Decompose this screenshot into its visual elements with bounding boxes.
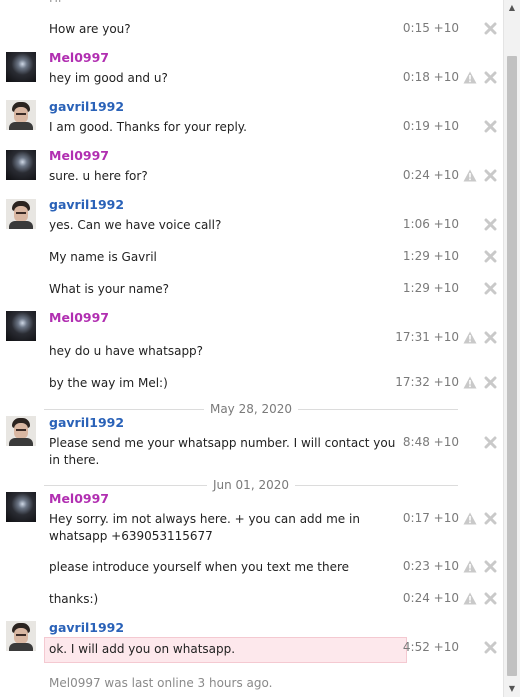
close-icon[interactable] <box>484 560 497 573</box>
avatar <box>6 150 36 180</box>
date-separator: May 28, 2020 <box>44 402 458 416</box>
message-text: ok. I will add you on whatsapp. <box>49 642 236 656</box>
sender-name[interactable]: Mel0997 <box>49 491 109 506</box>
close-icon[interactable] <box>484 22 497 35</box>
message-text: by the way im Mel:) <box>49 376 168 390</box>
warning-icon[interactable] <box>463 512 477 525</box>
warning-icon[interactable] <box>463 71 477 84</box>
sender-name[interactable]: Mel0997 <box>49 50 109 65</box>
close-icon[interactable] <box>484 282 497 295</box>
message-text: hey im good and u? <box>49 71 168 85</box>
scrollbar-thumb[interactable] <box>507 56 517 676</box>
message-text: please introduce yourself when you text … <box>49 560 350 574</box>
avatar <box>6 416 36 446</box>
date-label: Jun 01, 2020 <box>206 478 295 492</box>
close-icon[interactable] <box>484 331 497 344</box>
message-text: My name is Gavril <box>49 250 157 264</box>
message-time: 8:48 +10 <box>402 435 459 449</box>
sender-name[interactable]: Mel0997 <box>49 148 109 163</box>
message-time: 0:15 +10 <box>402 21 459 35</box>
close-icon[interactable] <box>484 592 497 605</box>
sender-name[interactable]: Mel0997 <box>49 310 109 325</box>
message-time: 17:32 +10 <box>395 375 459 389</box>
avatar <box>6 100 36 130</box>
cut-off-message: Hi <box>49 0 61 5</box>
sender-name[interactable]: gavril1992 <box>49 99 124 114</box>
message-text: How are you? <box>49 22 131 36</box>
close-icon[interactable] <box>484 71 497 84</box>
chat-history: Hi How are you? 0:15 +10 Mel0997 hey im … <box>0 0 504 697</box>
warning-icon[interactable] <box>463 560 477 573</box>
date-separator: Jun 01, 2020 <box>44 478 458 492</box>
avatar <box>6 492 36 522</box>
message-time: 0:18 +10 <box>402 70 459 84</box>
close-icon[interactable] <box>484 512 497 525</box>
close-icon[interactable] <box>484 641 497 654</box>
close-icon[interactable] <box>484 218 497 231</box>
sender-name[interactable]: gavril1992 <box>49 415 124 430</box>
message-text: sure. u here for? <box>49 169 148 183</box>
message-time: 0:24 +10 <box>402 168 459 182</box>
close-icon[interactable] <box>484 120 497 133</box>
sender-name[interactable]: gavril1992 <box>49 620 124 635</box>
date-label: May 28, 2020 <box>203 402 299 416</box>
message-time: 0:23 +10 <box>402 559 459 573</box>
last-online-status: Mel0997 was last online 3 hours ago. <box>49 676 273 690</box>
warning-icon[interactable] <box>463 169 477 182</box>
message-text: yes. Can we have voice call? <box>49 218 222 232</box>
message-text: I am good. Thanks for your reply. <box>49 120 247 134</box>
sender-name[interactable]: gavril1992 <box>49 197 124 212</box>
message-time: 1:29 +10 <box>402 249 459 263</box>
message-text: Hey sorry. im not always here. + you can… <box>49 512 360 543</box>
close-icon[interactable] <box>484 169 497 182</box>
warning-icon[interactable] <box>463 376 477 389</box>
message-time: 0:19 +10 <box>402 119 459 133</box>
close-icon[interactable] <box>484 250 497 263</box>
avatar <box>6 621 36 651</box>
message-text: What is your name? <box>49 282 169 296</box>
scroll-down-icon[interactable]: ▼ <box>504 681 520 697</box>
message-text: hey do u have whatsapp? <box>49 344 204 358</box>
message-text: Please send me your whatsapp number. I w… <box>49 436 396 467</box>
message-time: 1:06 +10 <box>402 217 459 231</box>
message-time: 17:31 +10 <box>395 330 459 344</box>
message-time: 0:17 +10 <box>402 511 459 525</box>
message-time: 4:52 +10 <box>402 640 459 654</box>
close-icon[interactable] <box>484 436 497 449</box>
scroll-up-icon[interactable]: ▲ <box>504 0 520 16</box>
close-icon[interactable] <box>484 376 497 389</box>
message-time: 0:24 +10 <box>402 591 459 605</box>
warning-icon[interactable] <box>463 592 477 605</box>
message-time: 1:29 +10 <box>402 281 459 295</box>
warning-icon[interactable] <box>463 331 477 344</box>
message-text: thanks:) <box>49 592 99 606</box>
avatar <box>6 199 36 229</box>
avatar <box>6 52 36 82</box>
scrollbar[interactable]: ▲ ▼ <box>503 0 520 697</box>
avatar <box>6 311 36 341</box>
